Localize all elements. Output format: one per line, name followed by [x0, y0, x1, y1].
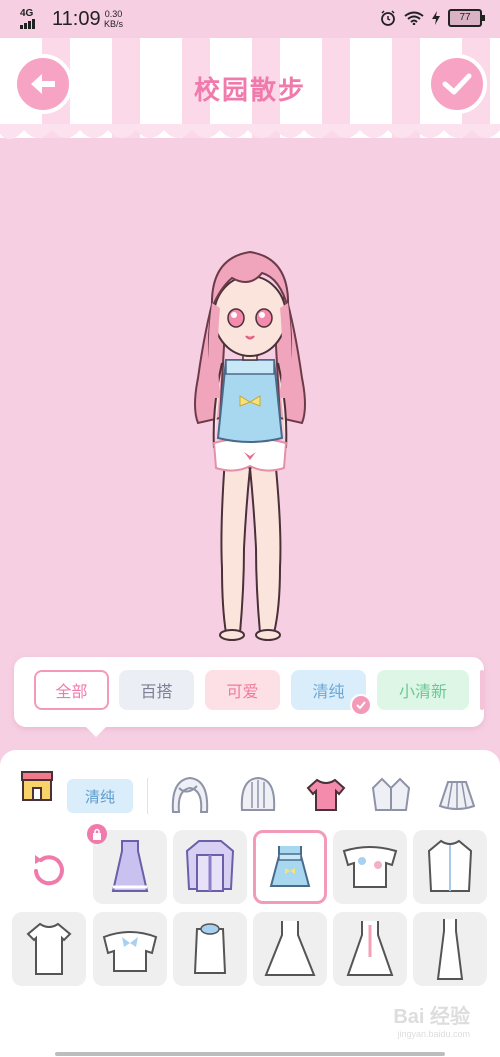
filter-chip-cute[interactable]: 可爱 — [205, 670, 280, 710]
item-white-tee[interactable] — [12, 912, 86, 986]
divider — [147, 778, 148, 814]
home-indicator[interactable] — [55, 1052, 445, 1056]
status-bar: 4G 11:09 0.30 KB/s 77 — [0, 0, 500, 38]
long-white-dress-icon — [436, 919, 464, 980]
shop-icon[interactable] — [20, 768, 54, 802]
item-bow-blouse[interactable] — [93, 912, 167, 986]
category-bar: 清纯 — [0, 760, 500, 814]
alarm-icon — [381, 10, 395, 26]
item-white-sweater[interactable] — [173, 912, 247, 986]
blue-camisole-icon — [269, 846, 311, 887]
lavender-dress-icon — [111, 840, 149, 892]
network-type: 4G — [20, 8, 34, 19]
filter-chip-basic[interactable]: 百搭 — [119, 670, 194, 710]
item-white-shirt[interactable] — [413, 830, 487, 904]
floral-top-icon — [342, 846, 398, 888]
network-speed: 0.30 KB/s — [104, 9, 124, 29]
filter-chip-all[interactable]: 全部 — [34, 670, 109, 710]
header: 校园散步 — [0, 38, 500, 148]
jacket-icon[interactable] — [370, 774, 412, 816]
white-tee-icon — [26, 922, 72, 975]
style-filter-panel: 全部 百搭 可爱 清纯 小清新 — [14, 657, 484, 737]
active-style-tag[interactable]: 清纯 — [67, 779, 133, 813]
white-sweater-icon — [193, 923, 227, 974]
item-lavender-dress[interactable] — [87, 824, 167, 904]
hair-front-icon[interactable] — [169, 774, 211, 816]
item-pink-ribbon-dress[interactable] — [333, 912, 407, 986]
awning-scallops — [0, 124, 500, 140]
character-stage — [0, 148, 500, 658]
filter-chip-pure[interactable]: 清纯 — [291, 670, 372, 716]
clock: 11:09 — [52, 8, 101, 30]
item-blue-camisole[interactable] — [253, 830, 327, 904]
filter-chip-fresh[interactable]: 小清新 — [377, 670, 469, 710]
baidu-watermark: Bai 经验 jingyan.baidu.com — [393, 1006, 470, 1039]
charging-icon — [432, 11, 440, 25]
item-purple-blouse[interactable] — [173, 830, 247, 904]
checkmark-badge-icon — [350, 694, 372, 716]
lock-icon — [87, 824, 107, 844]
white-dress-icon — [264, 921, 316, 976]
reset-icon — [34, 855, 64, 886]
top-icon[interactable] — [305, 774, 347, 816]
white-shirt-icon — [427, 839, 473, 892]
battery-icon: 77 — [448, 9, 485, 27]
item-long-white-dress[interactable] — [413, 912, 487, 986]
purple-blouse-icon — [185, 840, 235, 892]
filter-chip-pure-label: 清纯 — [312, 682, 345, 701]
more-chips-indicator[interactable] — [480, 670, 484, 710]
wardrobe-sheet: 清纯 Bai 经验 jingyan.baidu.com — [0, 750, 500, 1057]
confirm-button[interactable] — [427, 54, 487, 114]
pink-ribbon-dress-icon — [346, 921, 394, 976]
page-title: 校园散步 — [193, 76, 306, 106]
skirt-icon[interactable] — [436, 774, 478, 816]
character-avatar — [194, 250, 306, 641]
bow-blouse-icon — [102, 931, 158, 972]
check-icon — [442, 73, 472, 95]
wifi-icon — [404, 11, 424, 25]
item-floral-top[interactable] — [333, 830, 407, 904]
reset-button[interactable] — [22, 845, 74, 897]
signal-icon — [20, 19, 35, 29]
hair-back-icon[interactable] — [237, 774, 279, 816]
item-white-dress[interactable] — [253, 912, 327, 986]
